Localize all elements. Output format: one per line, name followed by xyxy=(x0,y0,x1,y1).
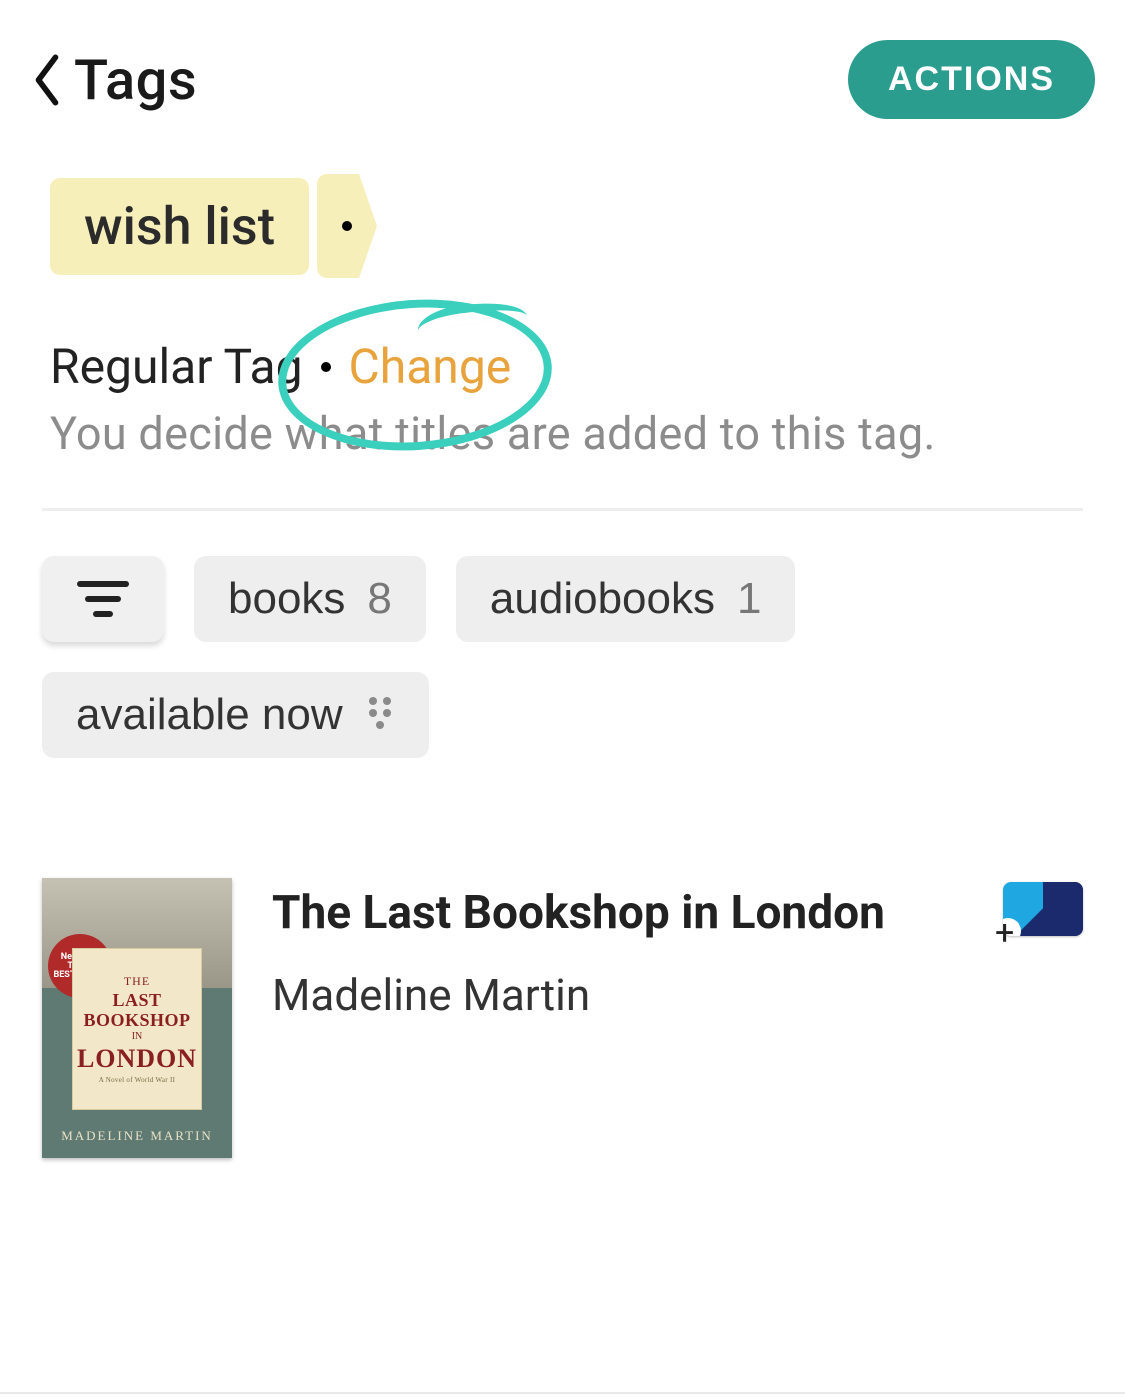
tag-chip-row: wish list xyxy=(50,174,1125,278)
back-label: Tags xyxy=(74,47,197,113)
cover-text: THE xyxy=(124,974,150,989)
cover-text: IN xyxy=(132,1031,143,1042)
filter-audiobooks-count: 1 xyxy=(737,574,761,624)
tag-chip[interactable]: wish list xyxy=(50,178,309,275)
tag-type-row: Regular Tag Change xyxy=(50,338,1125,395)
header-bar: Tags ACTIONS xyxy=(0,0,1125,119)
plus-icon: + xyxy=(995,916,1014,950)
filter-audiobooks[interactable]: audiobooks 1 xyxy=(456,556,796,642)
add-library-card-button[interactable]: + xyxy=(999,882,1083,942)
book-cover[interactable]: New York Times BESTSELLER THE LAST BOOKS… xyxy=(42,878,232,1158)
filter-row: books 8 audiobooks 1 available now xyxy=(42,556,1125,758)
tag-description: You decide what titles are added to this… xyxy=(50,407,1125,460)
availability-icon xyxy=(365,690,395,740)
tag-chip-point xyxy=(317,174,377,278)
cover-author: MADELINE MARTIN xyxy=(42,1128,232,1144)
bottom-border xyxy=(0,1392,1125,1394)
section-divider xyxy=(42,508,1083,511)
back-button[interactable]: Tags xyxy=(30,47,197,113)
filter-audiobooks-label: audiobooks xyxy=(490,574,715,624)
annotation-circle-tail xyxy=(415,296,527,331)
actions-button[interactable]: ACTIONS xyxy=(848,40,1095,119)
filter-books-label: books xyxy=(228,574,345,624)
book-title[interactable]: The Last Bookshop in London xyxy=(272,880,959,947)
filter-available-label: available now xyxy=(76,690,343,740)
tag-type-label: Regular Tag xyxy=(50,338,303,395)
book-row[interactable]: New York Times BESTSELLER THE LAST BOOKS… xyxy=(42,878,1083,1158)
library-card-icon xyxy=(1003,882,1083,936)
bullet-separator xyxy=(321,362,331,372)
cover-text: LAST xyxy=(112,991,161,1009)
sort-icon xyxy=(76,578,130,620)
book-list: New York Times BESTSELLER THE LAST BOOKS… xyxy=(42,878,1083,1158)
change-link[interactable]: Change xyxy=(349,338,512,395)
filter-books[interactable]: books 8 xyxy=(194,556,426,642)
chevron-left-icon xyxy=(30,51,64,109)
book-author[interactable]: Madeline Martin xyxy=(272,969,959,1021)
cover-text: BOOKSHOP xyxy=(83,1011,190,1029)
filter-available-now[interactable]: available now xyxy=(42,672,429,758)
book-info: The Last Bookshop in London Madeline Mar… xyxy=(272,878,959,1021)
cover-text: LONDON xyxy=(77,1044,197,1074)
filter-books-count: 8 xyxy=(367,574,391,624)
cover-text: A Novel of World War II xyxy=(99,1076,175,1084)
sort-button[interactable] xyxy=(42,556,164,642)
